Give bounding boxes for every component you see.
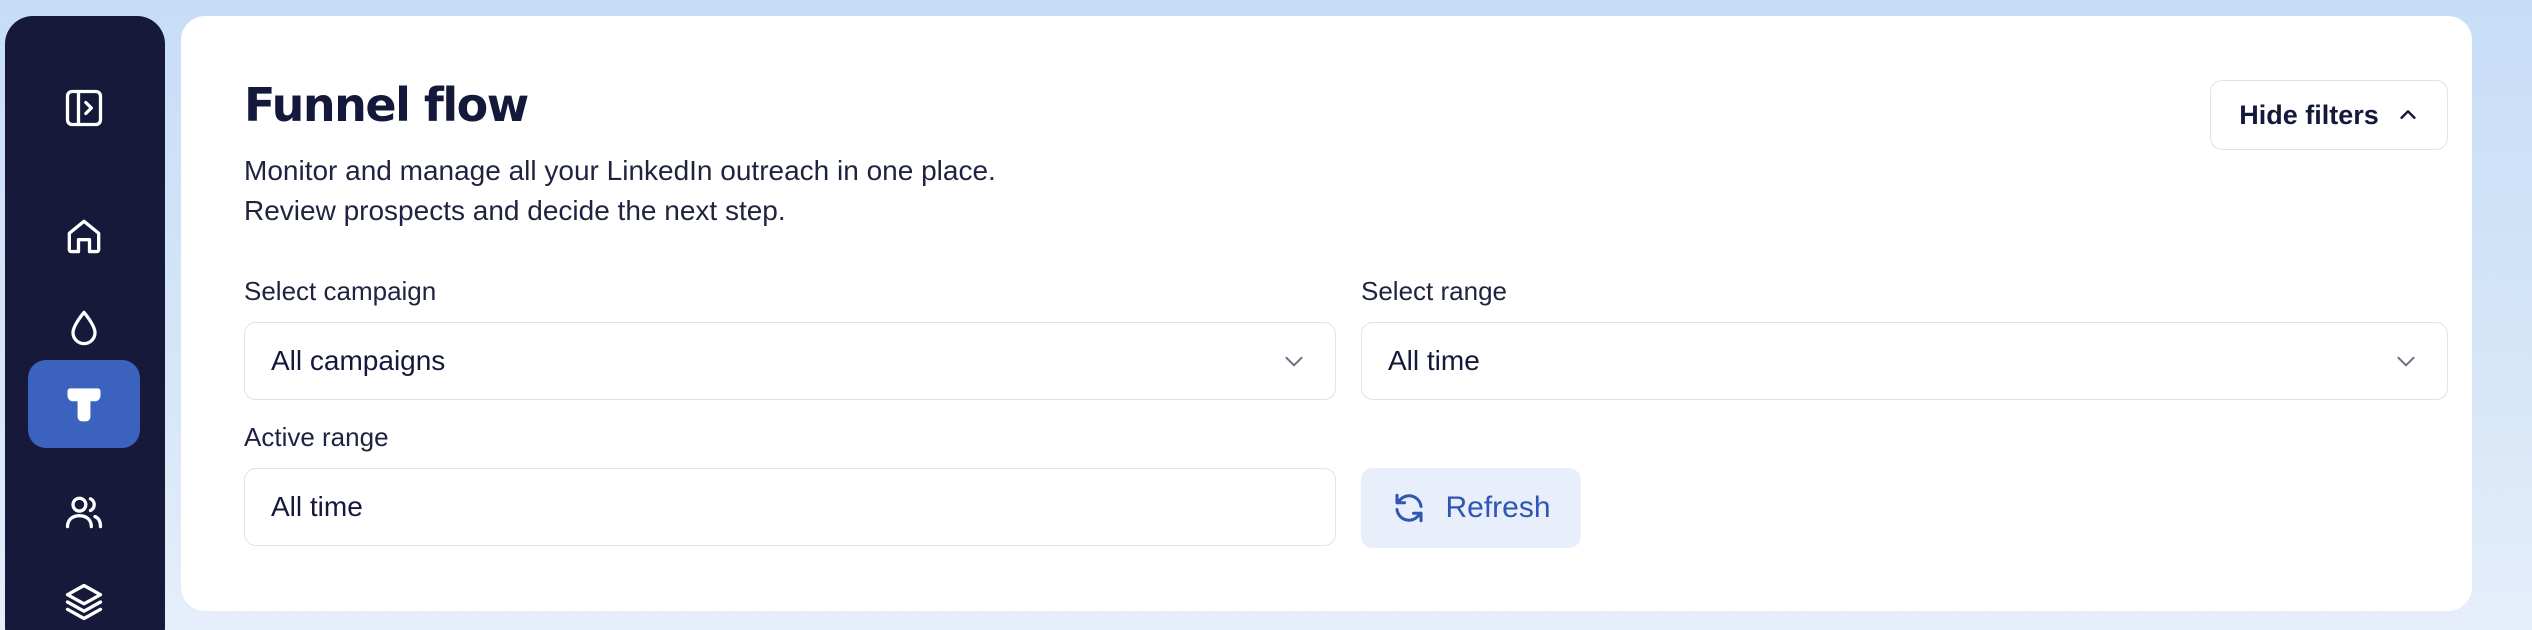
- active-range-value: All time: [271, 491, 363, 522]
- sidebar-item-funnel[interactable]: [28, 360, 140, 448]
- droplet-icon: [71, 310, 97, 346]
- refresh-label: Refresh: [1445, 491, 1551, 524]
- filters-card: Funnel flow Monitor and manage all your …: [181, 16, 2472, 611]
- range-select[interactable]: All time: [1361, 322, 2448, 400]
- refresh-icon: [1395, 493, 1423, 523]
- sidebar-toggle-icon: [65, 89, 103, 127]
- hide-filters-label: Hide filters: [2239, 99, 2379, 130]
- range-label: Select range: [1361, 276, 1507, 306]
- hide-filters-button[interactable]: Hide filters: [2210, 80, 2448, 150]
- active-range-field[interactable]: All time: [244, 468, 1336, 546]
- page-title: Funnel flow: [244, 78, 529, 132]
- campaign-select-value: All campaigns: [271, 345, 446, 376]
- funnel-icon: [67, 388, 101, 422]
- chevron-down-icon: [1285, 356, 1303, 367]
- sidebar-item-users[interactable]: [28, 468, 140, 556]
- users-icon: [65, 496, 103, 529]
- chevron-up-icon: [2400, 110, 2416, 119]
- page-subtitle-line1: Monitor and manage all your LinkedIn out…: [244, 155, 996, 186]
- refresh-button[interactable]: Refresh: [1361, 468, 1581, 548]
- campaign-label: Select campaign: [244, 276, 437, 306]
- sidebar-toggle-button[interactable]: [28, 64, 140, 152]
- campaign-select[interactable]: All campaigns: [244, 322, 1336, 400]
- sidebar-item-drop[interactable]: [28, 284, 140, 372]
- layers-icon: [65, 583, 103, 621]
- sidebar-item-home[interactable]: [28, 192, 140, 280]
- page-subtitle-line2: Review prospects and decide the next ste…: [244, 195, 786, 226]
- range-select-value: All time: [1388, 345, 1480, 376]
- home-icon: [67, 219, 101, 254]
- sidebar: [5, 16, 165, 630]
- sidebar-item-layers[interactable]: [28, 558, 140, 630]
- chevron-down-icon: [2397, 356, 2415, 367]
- active-range-label: Active range: [244, 422, 389, 452]
